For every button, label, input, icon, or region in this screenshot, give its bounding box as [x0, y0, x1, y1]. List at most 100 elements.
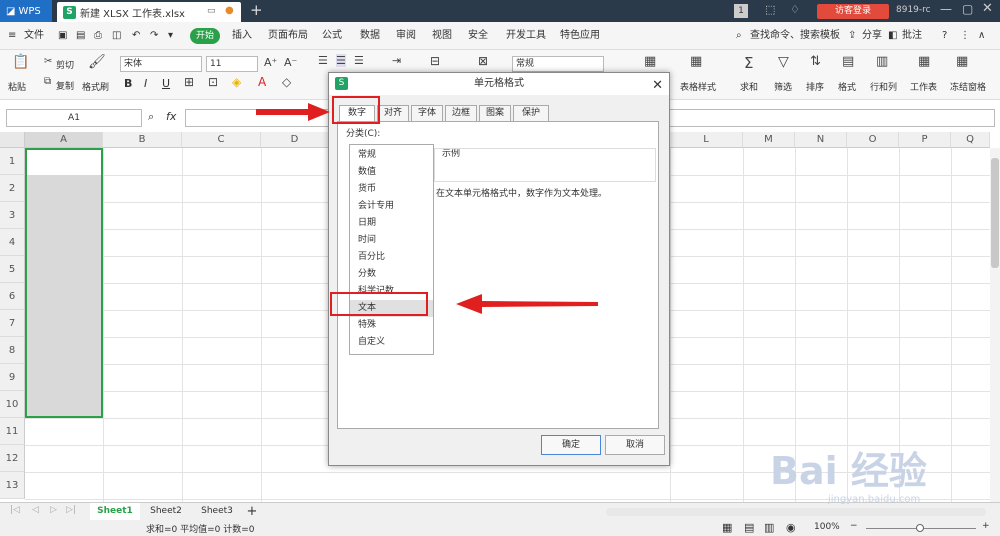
worksheet-icon[interactable]: ▦ — [918, 54, 930, 69]
indent-icon[interactable]: ⇥ — [392, 54, 401, 67]
select-all-corner[interactable] — [0, 132, 25, 148]
wrap-icon[interactable]: ⊟ — [430, 54, 440, 68]
cancel-button[interactable]: 取消 — [605, 435, 665, 455]
hamburger-icon[interactable]: ≡ — [8, 22, 16, 49]
number-format-select[interactable]: 常规 — [512, 56, 604, 72]
menu-review[interactable]: 审阅 — [396, 22, 416, 49]
italic-button[interactable]: I — [144, 77, 147, 90]
format-button[interactable]: 格式 — [838, 80, 856, 93]
search-icon[interactable]: ⌕ — [736, 22, 742, 49]
row-header[interactable]: 9 — [0, 364, 25, 391]
undo-icon[interactable]: ↶ — [132, 22, 140, 49]
help-button[interactable]: ? — [942, 22, 947, 49]
row-header[interactable]: 7 — [0, 310, 25, 337]
format-icon[interactable]: ▤ — [842, 54, 854, 69]
menu-start[interactable]: 开始 — [190, 28, 220, 44]
merge-icon[interactable]: ⊡ — [208, 75, 218, 89]
paste-icon[interactable]: 📋 — [12, 54, 29, 70]
underline-button[interactable]: U — [162, 77, 170, 90]
tab-border[interactable]: 边框 — [445, 105, 477, 122]
tab-font[interactable]: 字体 — [411, 105, 443, 122]
document-tab[interactable]: S 新建 XLSX 工作表.xlsx ▭ ● — [57, 2, 241, 22]
filter-icon[interactable]: ▽ — [778, 54, 789, 70]
tab-pattern[interactable]: 图案 — [479, 105, 511, 122]
row-header[interactable]: 6 — [0, 283, 25, 310]
fx-button[interactable]: fx — [166, 110, 176, 123]
table-style-icon[interactable]: ▦ — [690, 54, 702, 69]
font-size-select[interactable]: 11 — [206, 56, 258, 72]
menu-developer[interactable]: 开发工具 — [506, 22, 546, 49]
list-item[interactable]: 分数 — [350, 266, 433, 283]
collapse-icon[interactable]: ∧ — [978, 22, 985, 49]
cut-icon[interactable]: ✂ — [44, 56, 52, 67]
clear-icon[interactable]: ◇ — [282, 75, 291, 89]
fit-icon[interactable]: ⊠ — [478, 54, 488, 68]
category-list[interactable]: 常规 数值 货币 会计专用 日期 时间 百分比 分数 科学记数 文本 特殊 自定… — [349, 144, 434, 355]
scroll-thumb[interactable] — [991, 158, 999, 268]
menu-security[interactable]: 安全 — [468, 22, 488, 49]
list-item[interactable]: 自定义 — [350, 334, 433, 351]
row-header[interactable]: 5 — [0, 256, 25, 283]
column-header[interactable]: L — [670, 132, 743, 148]
close-window-icon[interactable]: ✕ — [982, 1, 993, 16]
skin-icon[interactable]: ⬚ — [765, 3, 775, 16]
font-grow-icon[interactable]: A⁺ — [264, 56, 277, 69]
align-center-icon[interactable]: ☰ — [336, 54, 346, 67]
wps-home-tab[interactable]: ◪ WPS — [0, 0, 52, 22]
share-button[interactable]: 分享 — [862, 22, 882, 49]
paste-button[interactable]: 粘贴 — [8, 80, 26, 93]
menu-page-layout[interactable]: 页面布局 — [268, 22, 308, 49]
list-item[interactable]: 特殊 — [350, 317, 433, 334]
page-break-icon[interactable]: ▥ — [764, 521, 774, 534]
column-header[interactable]: N — [795, 132, 847, 148]
font-name-select[interactable]: 宋体 — [120, 56, 202, 72]
column-header[interactable]: M — [743, 132, 795, 148]
row-header[interactable]: 1 — [0, 148, 25, 175]
close-icon[interactable]: ✕ — [652, 75, 663, 97]
freeze-button[interactable]: 冻结窗格 — [950, 80, 986, 93]
freeze-icon[interactable]: ▦ — [956, 54, 968, 69]
menu-view[interactable]: 视图 — [432, 22, 452, 49]
column-header[interactable]: A — [25, 132, 103, 148]
zoom-level[interactable]: 100% — [814, 522, 840, 532]
monitor-icon[interactable]: ▭ — [207, 6, 216, 16]
page-layout-icon[interactable]: ▤ — [744, 521, 754, 534]
unsaved-dot-icon[interactable]: ● — [225, 5, 234, 16]
save-icon[interactable]: ▣ — [58, 22, 67, 49]
eye-icon[interactable]: ◉ — [786, 521, 796, 534]
normal-view-icon[interactable]: ▦ — [722, 521, 732, 534]
selected-range[interactable] — [25, 148, 103, 418]
format-brush-button[interactable]: 格式刷 — [82, 80, 109, 93]
row-header[interactable]: 11 — [0, 418, 25, 445]
print-icon[interactable]: ⎙ — [94, 22, 102, 49]
new-tab-button[interactable]: + — [250, 1, 263, 19]
row-col-icon[interactable]: ▥ — [876, 54, 888, 69]
copy-button[interactable]: 复制 — [56, 79, 74, 92]
column-header[interactable]: P — [899, 132, 951, 148]
sum-icon[interactable]: Σ — [744, 54, 753, 72]
zoom-slider-handle[interactable] — [916, 524, 924, 532]
list-item[interactable]: 会计专用 — [350, 198, 433, 215]
comment-button[interactable]: 批注 — [902, 22, 922, 49]
prev-sheet-icon[interactable]: ◁ — [32, 505, 39, 515]
sheet-tab-sheet1[interactable]: Sheet1 — [90, 503, 140, 520]
last-sheet-icon[interactable]: ▷| — [66, 505, 76, 515]
row-col-button[interactable]: 行和列 — [870, 80, 897, 93]
menu-data[interactable]: 数据 — [360, 22, 380, 49]
sheet-tab-sheet2[interactable]: Sheet2 — [141, 503, 191, 520]
cut-button[interactable]: 剪切 — [56, 58, 74, 71]
guest-login-button[interactable]: 访客登录 — [817, 4, 889, 19]
row-header[interactable]: 12 — [0, 445, 25, 472]
conditional-format-icon[interactable]: ▦ — [644, 54, 656, 69]
column-header[interactable]: C — [182, 132, 261, 148]
font-shrink-icon[interactable]: A⁻ — [284, 56, 297, 69]
border-icon[interactable]: ⊞ — [184, 75, 194, 89]
command-search[interactable]: 查找命令、搜索模板 — [750, 22, 840, 49]
zoom-out-icon[interactable]: − — [850, 521, 858, 531]
horizontal-scrollbar[interactable] — [606, 508, 986, 516]
copy-icon[interactable]: ⧉ — [44, 76, 51, 87]
more-options-icon[interactable]: ⋮ — [960, 22, 970, 49]
tab-protection[interactable]: 保护 — [513, 105, 549, 122]
column-header[interactable]: D — [261, 132, 329, 148]
share-icon[interactable]: ⇪ — [848, 22, 856, 49]
